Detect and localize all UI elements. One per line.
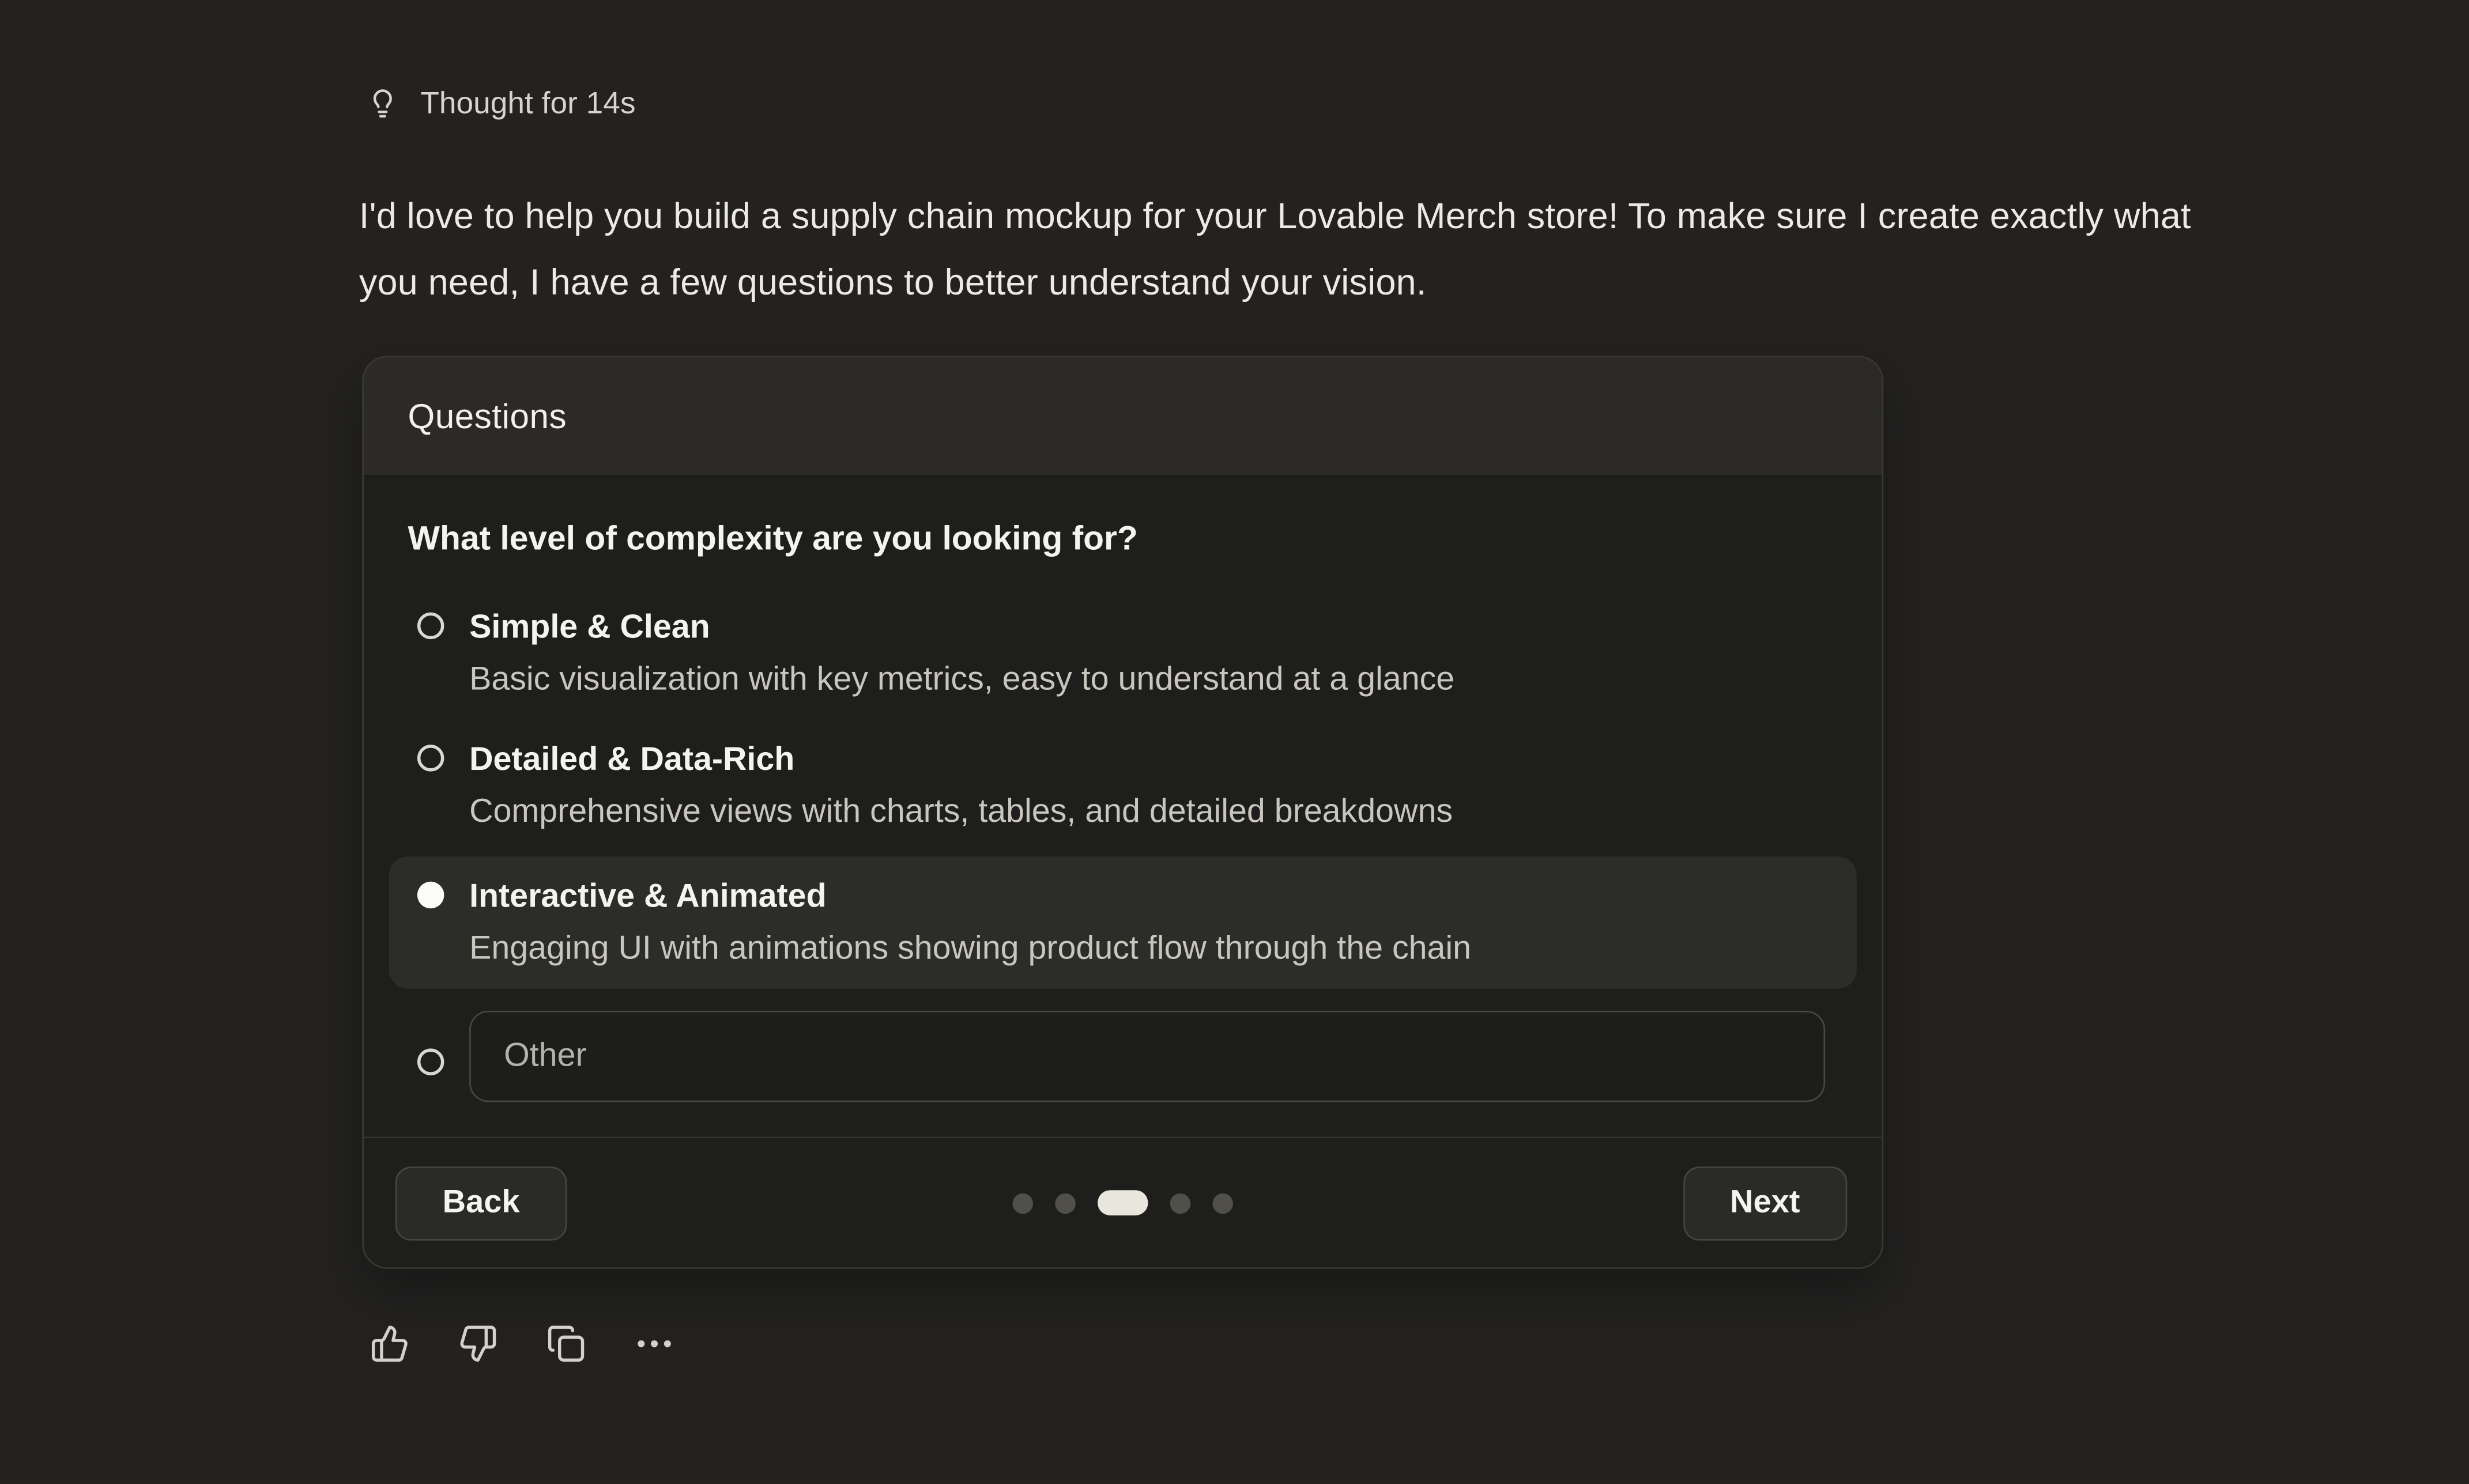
option-description: Engaging UI with animations showing prod… (469, 923, 1471, 975)
more-options-icon (634, 1323, 673, 1362)
copy-button[interactable] (545, 1323, 586, 1364)
option-description: Basic visualization with key metrics, ea… (469, 654, 1454, 705)
thumbs-up-icon (370, 1323, 409, 1362)
questions-card-body: What level of complexity are you looking… (364, 477, 1882, 1137)
copy-icon (546, 1323, 585, 1362)
option-label: Detailed & Data-Rich (469, 734, 1453, 786)
other-option-input[interactable] (469, 1011, 1825, 1102)
radio-unselected-icon[interactable] (417, 613, 444, 639)
questions-card-header: Questions (364, 357, 1882, 477)
card-title: Questions (408, 396, 567, 437)
radio-selected-icon[interactable] (417, 882, 444, 908)
pagination-dot (1212, 1192, 1233, 1213)
option-other[interactable] (389, 1011, 1857, 1102)
thumbs-down-icon (458, 1323, 497, 1362)
option-simple-clean[interactable]: Simple & Clean Basic visualization with … (389, 592, 1857, 715)
chat-message-view: Thought for 14s I'd love to help you bui… (0, 0, 2469, 1484)
radio-unselected-icon[interactable] (417, 745, 444, 771)
option-detailed-data-rich[interactable]: Detailed & Data-Rich Comprehensive views… (389, 724, 1857, 847)
pagination-dot (1055, 1192, 1076, 1213)
questions-card-footer: Back Next (364, 1136, 1882, 1267)
thought-label: Thought for 14s (420, 82, 635, 126)
next-button[interactable]: Next (1683, 1166, 1847, 1240)
thought-toggle[interactable]: Thought for 14s (365, 82, 636, 126)
options-list: Simple & Clean Basic visualization with … (389, 592, 1857, 1102)
pagination-dot (1170, 1192, 1191, 1213)
pagination-dots (1013, 1190, 1233, 1215)
question-text: What level of complexity are you looking… (408, 519, 1857, 558)
pagination-dot (1013, 1192, 1034, 1213)
thumbs-down-button[interactable] (457, 1323, 497, 1364)
message-actions (368, 1323, 674, 1364)
lightbulb-icon (365, 86, 400, 121)
thumbs-up-button[interactable] (368, 1323, 409, 1364)
more-options-button[interactable] (633, 1323, 674, 1364)
option-interactive-animated[interactable]: Interactive & Animated Engaging UI with … (389, 856, 1857, 988)
radio-unselected-icon[interactable] (417, 1048, 444, 1075)
questions-card: Questions What level of complexity are y… (362, 356, 1883, 1268)
option-label: Interactive & Animated (469, 871, 1471, 923)
pagination-dot-active (1098, 1190, 1148, 1215)
back-button[interactable]: Back (395, 1166, 567, 1240)
assistant-message-text: I'd love to help you build a supply chai… (359, 183, 2205, 315)
option-description: Comprehensive views with charts, tables,… (469, 786, 1453, 837)
option-label: Simple & Clean (469, 602, 1454, 654)
